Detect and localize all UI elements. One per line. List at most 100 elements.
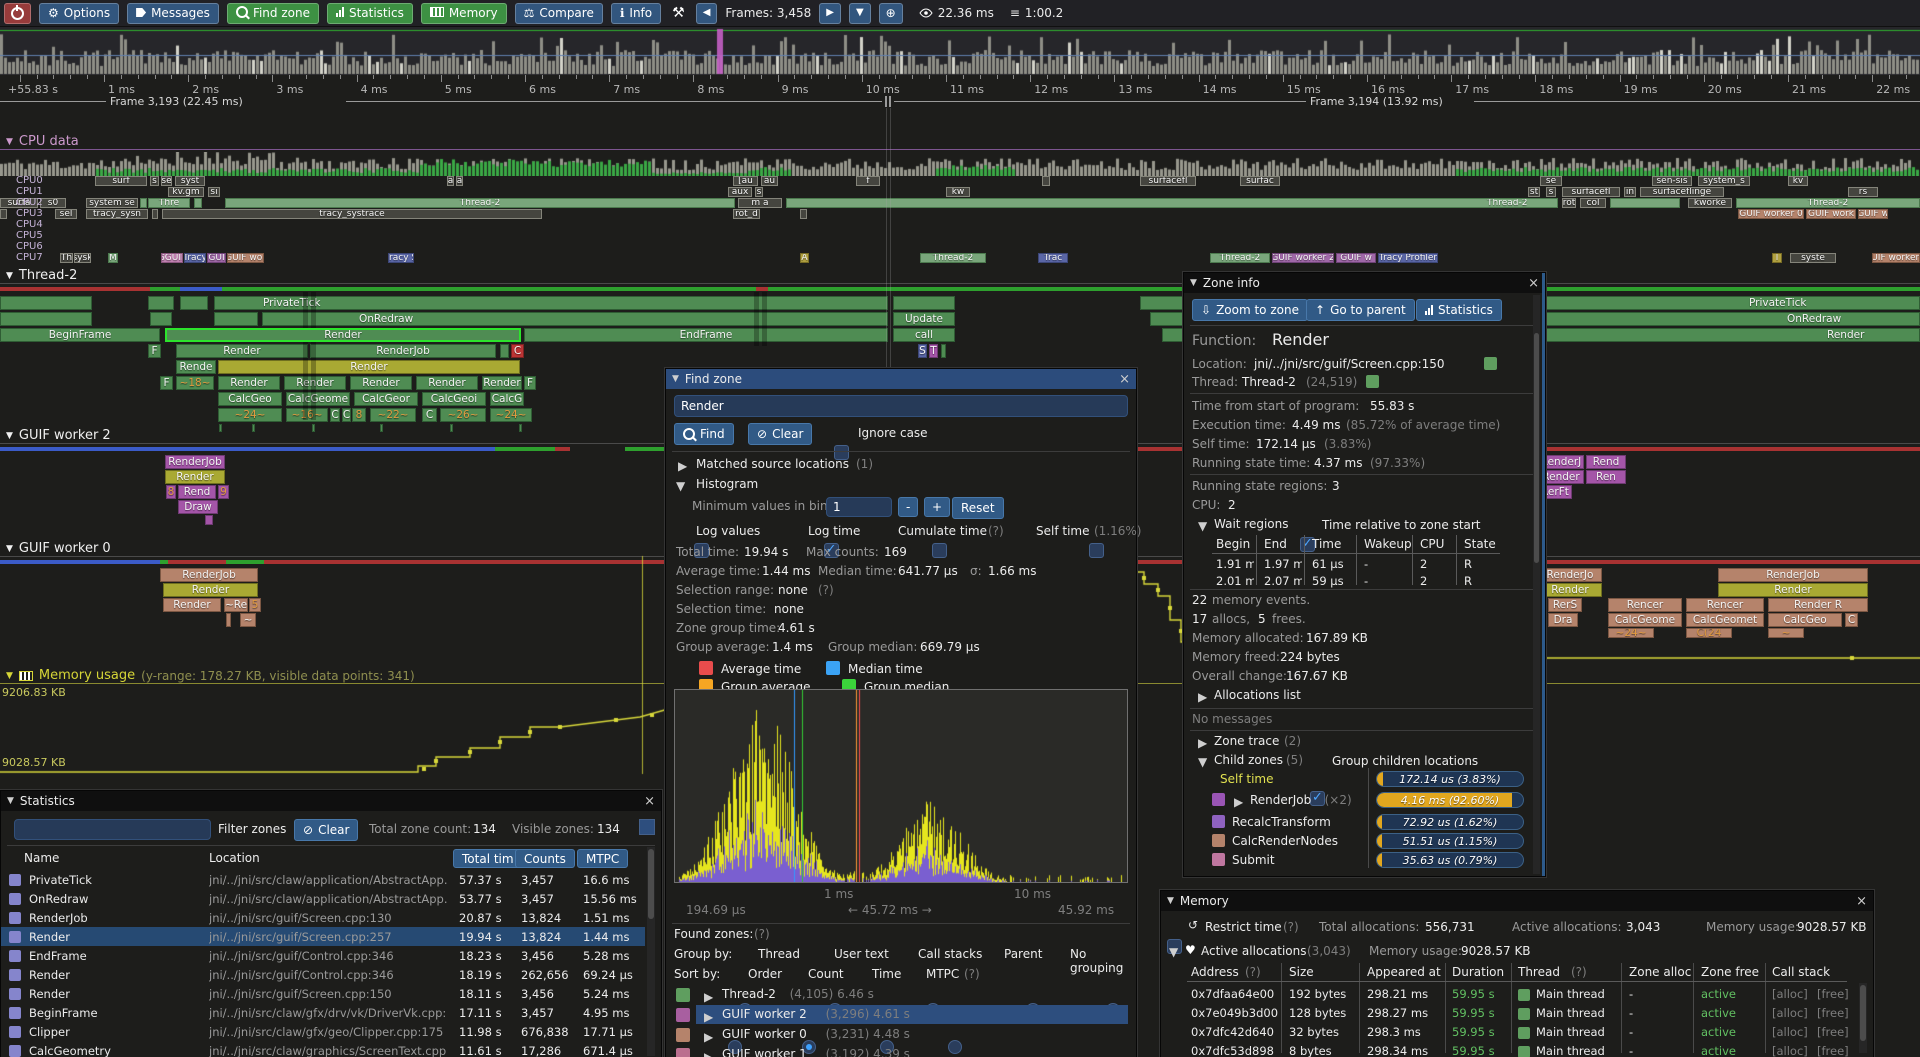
zone-bar[interactable] [148, 296, 174, 310]
cpu-zone-bar[interactable] [0, 209, 7, 219]
cpu-zone-bar[interactable] [140, 198, 147, 208]
cpu-zone-bar[interactable]: Thread-2 [1210, 253, 1270, 263]
zone-bar[interactable] [180, 296, 208, 310]
help-hint[interactable]: (?) [964, 967, 980, 981]
cpu-zone-bar[interactable]: tracy_sysn [86, 209, 148, 219]
cpu-zone-bar[interactable]: l [1772, 253, 1782, 263]
child-zones-label[interactable]: Child zones [1214, 753, 1283, 767]
child-time-bar[interactable]: 35.63 us (0.79%) [1376, 852, 1524, 868]
zone-bar[interactable] [0, 296, 92, 310]
cpu-zone-bar[interactable]: sel [55, 209, 77, 219]
collapse-icon[interactable]: ▼ [1167, 896, 1174, 906]
cpu-zone-bar[interactable]: s [1546, 187, 1556, 197]
collapse-icon[interactable]: ▼ [1198, 755, 1207, 769]
cpu-zone-bar[interactable]: s0 [40, 198, 66, 208]
memory-titlebar[interactable]: ▼ Memory × [1161, 891, 1873, 911]
cpu-zone-bar[interactable]: GUIF w [1336, 253, 1376, 263]
expand-icon[interactable]: ▶ [1234, 795, 1243, 809]
child-zone-name[interactable]: RecalcTransform [1232, 815, 1331, 829]
cpu-zone-bar[interactable]: GUIF work [1806, 209, 1856, 219]
zone-location[interactable]: jni/../jni/src/guif/Screen.cpp:150 [1254, 357, 1445, 371]
zone-bar[interactable]: Update [893, 312, 955, 326]
cpu-zone-bar[interactable] [1610, 198, 1680, 208]
filter-zones-input[interactable] [14, 819, 211, 840]
collapse-icon[interactable]: ▼ [672, 374, 679, 384]
zone-bar[interactable]: OnRedraw [262, 312, 888, 326]
cpu-zone-bar[interactable]: a [447, 176, 454, 186]
child-time-bar[interactable]: 172.14 us (3.83%) [1376, 771, 1524, 787]
cpu-zone-bar[interactable]: st [1528, 187, 1540, 197]
table-row[interactable]: 0x7e049b3d00128 bytes298.27 ms59.95 sMai… [1161, 1006, 1853, 1024]
plus-button[interactable]: + [924, 497, 950, 517]
cpu-zone-bar[interactable]: GUIF worker 2 [1272, 253, 1334, 263]
table-row[interactable]: CalcGeometryjni/../jni/src/claw/graphics… [1, 1044, 645, 1057]
cpu-zone-bar[interactable]: rot_d [733, 209, 760, 219]
table-row[interactable]: 0x7dfc42d64032 bytes298.3 ms59.95 sMain … [1161, 1025, 1853, 1043]
memory-col-size[interactable]: Size [1289, 965, 1314, 979]
table-row[interactable]: OnRedrawjni/../jni/src/claw/application/… [1, 892, 645, 908]
memory-col-zone-free[interactable]: Zone free [1701, 965, 1759, 979]
zone-bar[interactable]: C [330, 408, 340, 422]
collapse-icon[interactable]: ▼ [1198, 519, 1207, 533]
alloc-callstack-alloc[interactable]: [alloc] [1772, 1044, 1808, 1057]
alloc-callstack-alloc[interactable]: [alloc] [1772, 1006, 1808, 1020]
stats-col-location[interactable]: Location [209, 851, 260, 865]
cpu-zone-bar[interactable]: system_s [1698, 176, 1750, 186]
close-icon[interactable]: × [644, 794, 655, 809]
clear-button[interactable]: ⊘Clear [748, 423, 812, 445]
matched-source-locations[interactable]: Matched source locations [696, 457, 849, 471]
zone-bar[interactable]: C [511, 344, 524, 358]
cpu-zone-bar[interactable]: Thread-2 [920, 253, 986, 263]
cpu-zone-bar[interactable]: a [456, 176, 463, 186]
zone-bar[interactable]: C [422, 408, 437, 422]
table-row[interactable]: BeginFramejni/../jni/src/claw/gfx/drv/vk… [1, 1006, 645, 1022]
expand-icon[interactable]: ▶ [1198, 736, 1207, 750]
zone-bar[interactable]: T [929, 344, 938, 358]
zone-bar[interactable]: CalcGeor [354, 392, 418, 406]
memory-col-zone-alloc[interactable]: Zone alloc [1629, 965, 1691, 979]
memory-col-duration[interactable]: Duration [1452, 965, 1504, 979]
cpu-zone-bar[interactable]: Th [60, 253, 73, 263]
search-input[interactable]: Render [674, 395, 1128, 417]
cpu-zone-bar[interactable]: si [208, 187, 220, 197]
zone-bar[interactable] [205, 515, 213, 525]
cpu-zone-bar[interactable]: rs [1848, 187, 1878, 197]
zone-bar[interactable]: Draw [178, 500, 218, 514]
cumulate-time-checkbox[interactable] [932, 543, 947, 558]
go-to-parent-button[interactable]: ↑Go to parent [1306, 299, 1415, 321]
found-zone-group[interactable]: ▶GUIF worker 1(3,192) 4.39 s [666, 1047, 1128, 1057]
close-icon[interactable]: × [1856, 894, 1867, 909]
zone-bar[interactable] [0, 312, 92, 326]
child-zone-name[interactable]: CalcRenderNodes [1232, 834, 1338, 848]
zone-bar[interactable]: ~24~ [218, 408, 282, 422]
cpu-zone-bar[interactable] [152, 209, 158, 219]
zone-bar[interactable]: call [893, 328, 955, 342]
table-row[interactable]: PrivateTickjni/../jni/src/claw/applicati… [1, 873, 645, 889]
stats-sort-counts[interactable]: Counts [515, 849, 575, 868]
zone-bar[interactable]: ~18~ [176, 376, 214, 390]
child-time-bar[interactable]: 51.51 us (1.15%) [1376, 833, 1524, 849]
minus-button[interactable]: - [898, 497, 918, 517]
cpu-zone-bar[interactable]: se [1540, 176, 1562, 186]
cpu-zone-bar[interactable]: GUIF worker 2 [1872, 253, 1920, 263]
cpu-zone-bar[interactable]: kv [1788, 176, 1808, 186]
zone-bar[interactable]: CalcGeome [286, 392, 350, 406]
cpu-zone-bar[interactable]: s [755, 187, 763, 197]
collapse-icon[interactable]: ▼ [6, 271, 13, 281]
found-zone-group[interactable]: ▶GUIF worker 0(3,231) 4.48 s [666, 1027, 1128, 1045]
cpu-zone-bar[interactable]: Tracy Profiler [1378, 253, 1438, 263]
cpu-zone-bar[interactable]: au [761, 176, 778, 186]
alloc-callstack-free[interactable]: [free] [1817, 1025, 1849, 1039]
zone-bar[interactable]: RenderJob [310, 344, 496, 358]
zone-bar[interactable]: Rende [176, 360, 216, 374]
zone-bar[interactable] [150, 312, 172, 326]
zone-bar[interactable] [941, 344, 946, 358]
expand-icon[interactable]: ▶ [678, 459, 687, 473]
alloc-callstack-free[interactable]: [free] [1817, 987, 1849, 1001]
cpu-zone-bar[interactable]: Trac [1038, 253, 1068, 263]
zone-bar[interactable]: 8 [166, 485, 176, 499]
expand-icon[interactable]: ▶ [704, 1030, 713, 1044]
child-time-bar[interactable]: 4.16 ms (92.60%) [1376, 792, 1524, 808]
cpu-zone-bar[interactable]: surf [95, 176, 147, 186]
child-time-bar[interactable]: 72.92 us (1.62%) [1376, 814, 1524, 830]
